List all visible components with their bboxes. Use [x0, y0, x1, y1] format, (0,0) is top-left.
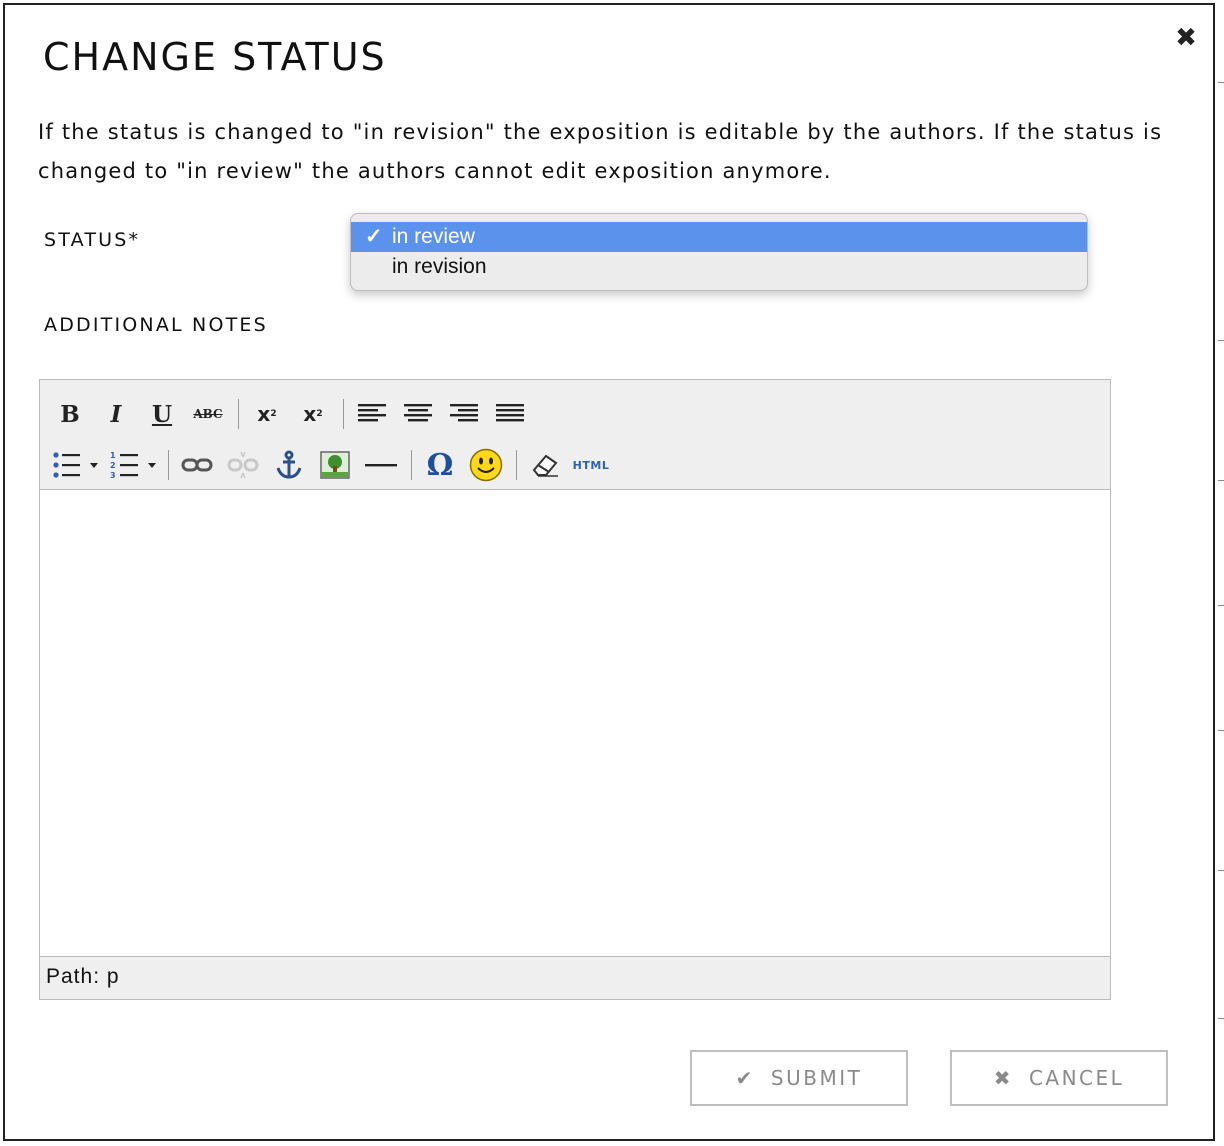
submit-button-label: SUBMIT: [770, 1066, 863, 1090]
editor-path-bar: Path: p: [40, 956, 1110, 999]
rich-text-editor: B I U ABC x2 x2 1 2 3 Ω HTML Path: p: [39, 379, 1111, 1000]
backdrop-line: [1218, 82, 1224, 83]
image-icon[interactable]: [317, 447, 353, 483]
editor-toolbar: B I U ABC x2 x2 1 2 3 Ω HTML: [40, 380, 1110, 490]
status-label: STATUS*: [44, 229, 141, 251]
toolbar-separator: [238, 399, 239, 429]
status-option-label: in review: [392, 225, 475, 248]
dialog-description: If the status is changed to "in revision…: [38, 120, 1163, 183]
toolbar-separator: [168, 450, 169, 480]
backdrop-line: [1218, 870, 1224, 871]
backdrop-line: [1218, 730, 1224, 731]
cancel-button[interactable]: ✖ CANCEL: [950, 1050, 1168, 1106]
clean-format-icon[interactable]: [527, 447, 563, 483]
additional-notes-label: ADDITIONAL NOTES: [44, 314, 268, 336]
unlink-icon[interactable]: [225, 447, 261, 483]
strikethrough-icon[interactable]: ABC: [190, 396, 226, 432]
notes-editor-area[interactable]: [40, 490, 1110, 956]
align-left-icon[interactable]: [354, 396, 390, 432]
svg-text:2: 2: [110, 461, 116, 470]
emoticon-icon[interactable]: [468, 447, 504, 483]
bullet-list-icon[interactable]: [52, 447, 102, 483]
horizontal-rule-icon[interactable]: [363, 447, 399, 483]
status-option-label: in revision: [392, 255, 487, 278]
change-status-dialog: ✖ CHANGE STATUS If the status is changed…: [3, 3, 1215, 1141]
close-icon: ✖: [993, 1066, 1013, 1090]
link-icon[interactable]: [179, 447, 215, 483]
special-char-icon[interactable]: Ω: [422, 447, 458, 483]
cancel-button-label: CANCEL: [1028, 1066, 1125, 1090]
numbered-list-icon[interactable]: 123: [110, 447, 160, 483]
align-center-icon[interactable]: [400, 396, 436, 432]
backdrop-line: [1218, 340, 1224, 341]
html-source-icon[interactable]: HTML: [573, 447, 609, 483]
svg-text:1: 1: [110, 451, 116, 460]
subscript-icon[interactable]: x2: [249, 396, 285, 432]
toolbar-row-formatting: B I U ABC x2 x2: [52, 394, 538, 434]
backdrop-line: [1218, 1018, 1224, 1019]
close-icon[interactable]: ✖: [1173, 25, 1199, 51]
status-dropdown-menu[interactable]: ✓ in review in revision: [350, 213, 1088, 291]
status-option-in-review[interactable]: ✓ in review: [351, 222, 1087, 252]
anchor-icon[interactable]: [271, 447, 307, 483]
superscript-icon[interactable]: x2: [295, 396, 331, 432]
submit-button[interactable]: ✔ SUBMIT: [690, 1050, 908, 1106]
align-right-icon[interactable]: [446, 396, 482, 432]
toolbar-row-insert: 123 Ω HTML: [52, 445, 619, 485]
bold-icon[interactable]: B: [52, 396, 88, 432]
underline-icon[interactable]: U: [144, 396, 180, 432]
status-option-in-revision[interactable]: in revision: [351, 252, 1087, 282]
dialog-title: CHANGE STATUS: [43, 35, 387, 79]
checkmark-icon: ✓: [365, 225, 383, 248]
checkmark-icon: ✔: [735, 1066, 755, 1090]
toolbar-separator: [516, 450, 517, 480]
italic-icon[interactable]: I: [98, 396, 134, 432]
align-justify-icon[interactable]: [492, 396, 528, 432]
backdrop-line: [1218, 480, 1224, 481]
backdrop-line: [1218, 605, 1224, 606]
toolbar-separator: [343, 399, 344, 429]
toolbar-separator: [411, 450, 412, 480]
svg-text:3: 3: [110, 471, 116, 480]
